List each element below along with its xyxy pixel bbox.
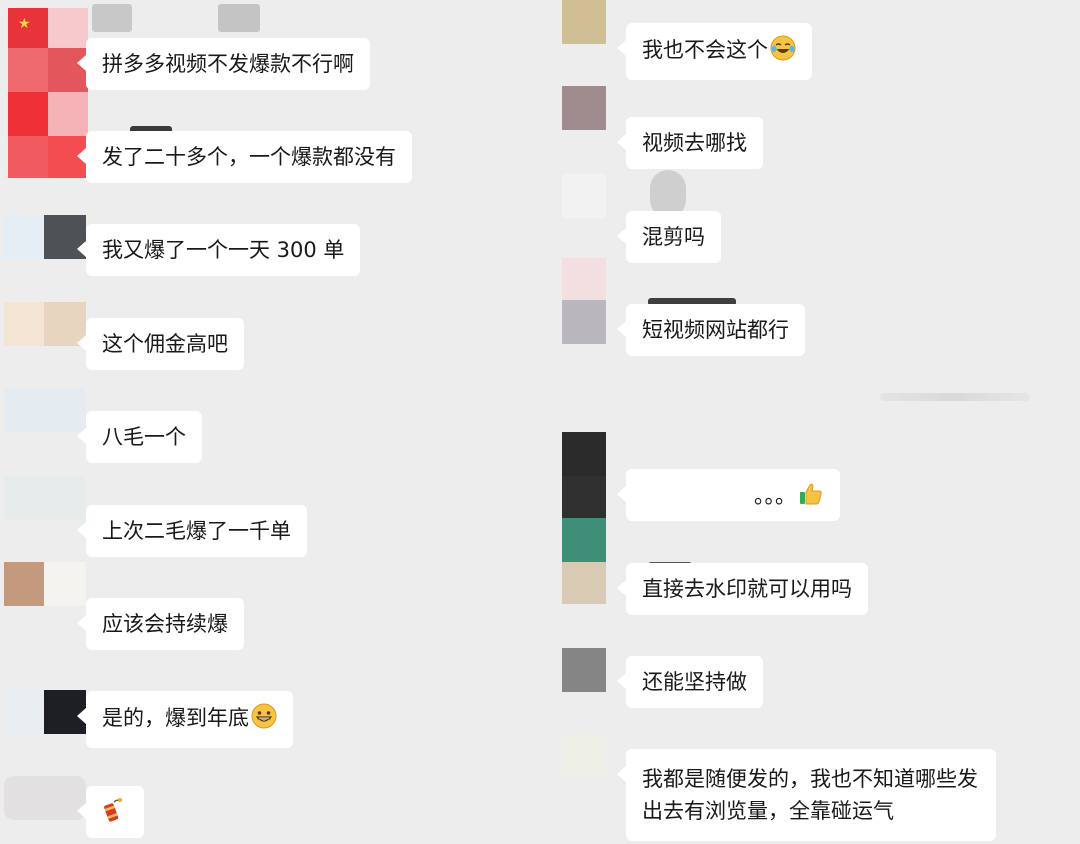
avatar[interactable] <box>4 215 86 259</box>
message-bubble[interactable]: 发了二十多个，一个爆款都没有 <box>77 131 412 183</box>
message-bubble[interactable]: 视频去哪找 <box>617 117 763 169</box>
message-text: 视频去哪找 <box>642 131 747 155</box>
avatar[interactable] <box>4 776 86 820</box>
message-bubble[interactable]: 拼多多视频不发爆款不行啊 <box>77 38 370 90</box>
message-text: 八毛一个 <box>102 425 186 449</box>
message-bubble[interactable] <box>77 786 144 838</box>
message-text: 我也不会这个 <box>642 38 768 62</box>
message-bubble[interactable]: 。。。 <box>617 469 840 521</box>
message-bubble[interactable]: 我也不会这个 <box>617 23 812 80</box>
message-text: 混剪吗 <box>642 225 705 249</box>
avatar[interactable] <box>562 0 606 44</box>
avatar[interactable] <box>4 562 86 606</box>
message-text: 拼多多视频不发爆款不行啊 <box>102 52 354 76</box>
grinning-face-icon <box>251 703 277 736</box>
message-text: 上次二毛爆了一千单 <box>102 519 291 543</box>
message-bubble[interactable]: 上次二毛爆了一千单 <box>77 505 307 557</box>
message-text: 。。。 <box>754 484 796 508</box>
chat-column-right: 我也不会这个 视频去哪找 混剪吗 短视频网站都行 。。。 直接去水印就可以用吗 … <box>540 0 1080 844</box>
message-text: 是的，爆到年底 <box>102 706 249 730</box>
avatar[interactable] <box>4 690 86 734</box>
message-text: 发了二十多个，一个爆款都没有 <box>102 145 396 169</box>
avatar[interactable] <box>4 302 86 346</box>
avatar[interactable] <box>4 388 86 432</box>
avatar[interactable] <box>562 86 606 130</box>
avatar[interactable] <box>4 476 86 520</box>
firecracker-icon <box>100 796 124 831</box>
avatar[interactable] <box>562 648 606 692</box>
avatar[interactable] <box>562 432 606 518</box>
message-bubble[interactable]: 我又爆了一个一天 300 单 <box>76 224 361 276</box>
message-bubble[interactable]: 是的，爆到年底 <box>77 691 293 748</box>
message-bubble[interactable]: 应该会持续爆 <box>77 598 244 650</box>
thumbs-up-icon <box>798 481 824 514</box>
name-blur <box>218 4 260 32</box>
message-bubble[interactable]: 八毛一个 <box>77 411 202 463</box>
chat-column-left: ★ 拼多多视频不发爆款不行啊 发了二十多个，一个爆款都没有 我又爆了一个一天 3… <box>0 0 540 844</box>
message-text: 应该会持续爆 <box>102 612 228 636</box>
message-bubble[interactable]: 混剪吗 <box>617 211 721 263</box>
avatar[interactable] <box>562 258 606 344</box>
time-divider <box>880 393 1030 401</box>
message-text: 这个佣金高吧 <box>102 332 228 356</box>
message-text: 我又爆了一个一天 300 单 <box>102 238 345 262</box>
message-bubble[interactable]: 短视频网站都行 <box>617 304 805 356</box>
star-icon: ★ <box>18 16 31 32</box>
message-bubble[interactable]: 直接去水印就可以用吗 <box>617 563 868 615</box>
avatar[interactable]: ★ <box>8 8 88 178</box>
message-bubble[interactable]: 这个佣金高吧 <box>77 318 244 370</box>
message-text: 短视频网站都行 <box>642 318 789 342</box>
message-bubble[interactable]: 我都是随便发的，我也不知道哪些发出去有浏览量，全靠碰运气 <box>617 749 996 841</box>
tears-of-joy-face-icon <box>770 35 796 68</box>
message-bubble[interactable]: 还能坚持做 <box>617 656 763 708</box>
message-text: 我都是随便发的，我也不知道哪些发出去有浏览量，全靠碰运气 <box>642 767 978 823</box>
avatar[interactable] <box>562 174 606 218</box>
avatar[interactable] <box>562 734 606 778</box>
avatar[interactable] <box>562 518 606 604</box>
message-text: 还能坚持做 <box>642 670 747 694</box>
message-text: 直接去水印就可以用吗 <box>642 577 852 601</box>
name-blur <box>92 4 132 32</box>
